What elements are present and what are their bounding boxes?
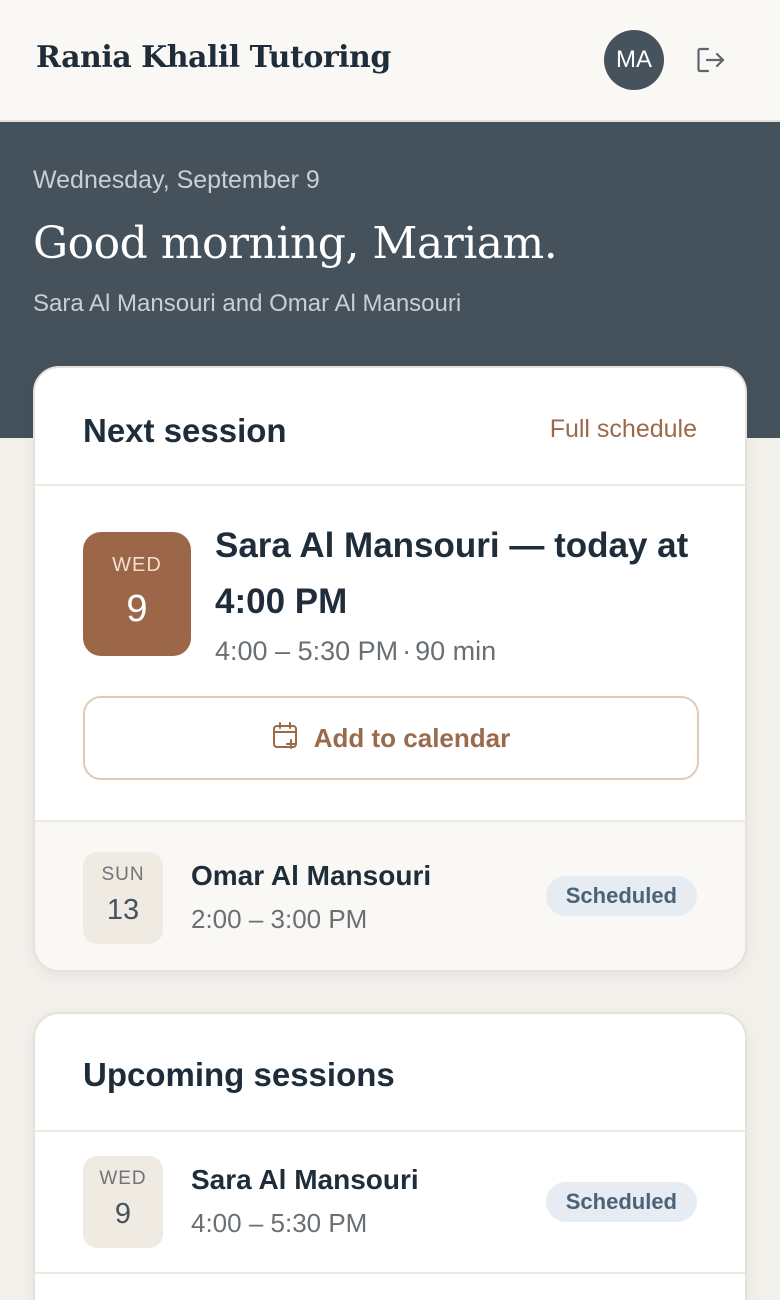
session-date-tile: SUN 13: [83, 852, 163, 944]
date-weekday: WED: [99, 1168, 147, 1189]
current-date: Wednesday, September 9: [33, 166, 320, 194]
add-to-calendar-button[interactable]: Add to calendar: [83, 696, 699, 780]
add-to-calendar-label: Add to calendar: [313, 722, 511, 753]
list-item[interactable]: WED 9 Sara Al Mansouri 4:00 – 5:30 PM Sc…: [35, 1130, 745, 1272]
session-date-tile: WED 9: [83, 532, 191, 656]
status-badge: Scheduled: [545, 1182, 697, 1222]
avatar[interactable]: MA: [604, 30, 664, 90]
card-title: Next session: [83, 412, 287, 449]
session-headline: Sara Al Mansouri — today at 4:00 PM: [215, 526, 689, 621]
session-duration: 90 min: [415, 636, 497, 666]
logout-icon[interactable]: [693, 44, 729, 76]
date-weekday: WED: [112, 554, 162, 576]
top-bar: Rania Khalil Tutoring MA: [0, 0, 780, 122]
session-time: 4:00 – 5:30 PM: [215, 636, 399, 666]
date-day: 13: [106, 894, 140, 926]
list-item[interactable]: [35, 1272, 745, 1300]
next-session-card: Next session Full schedule WED 9 Sara Al…: [33, 366, 747, 972]
full-schedule-link[interactable]: Full schedule: [550, 415, 697, 444]
date-day: 9: [126, 588, 148, 630]
date-day: 9: [114, 1198, 132, 1230]
upcoming-sessions-card: Upcoming sessions WED 9 Sara Al Mansouri…: [33, 1012, 747, 1300]
date-weekday: SUN: [101, 864, 145, 885]
session-time: 2:00 – 3:00 PM: [191, 904, 368, 934]
card-header: Upcoming sessions: [35, 1014, 745, 1132]
brand-title: Rania Khalil Tutoring: [36, 40, 391, 75]
meta-separator: ·: [402, 636, 412, 666]
calendar-plus-icon: [272, 721, 300, 756]
greeting-heading: Good morning, Mariam.: [33, 218, 558, 269]
session-time: 4:00 – 5:30 PM: [191, 1208, 368, 1238]
status-badge: Scheduled: [545, 876, 697, 916]
list-item[interactable]: SUN 13 Omar Al Mansouri 2:00 – 3:00 PM S…: [35, 820, 745, 970]
students-subtitle: Sara Al Mansouri and Omar Al Mansouri: [33, 290, 462, 317]
session-date-tile: WED 9: [83, 1156, 163, 1248]
card-title: Upcoming sessions: [83, 1056, 395, 1093]
student-name: Sara Al Mansouri: [191, 1164, 419, 1195]
card-header: Next session Full schedule: [35, 368, 745, 486]
student-name: Omar Al Mansouri: [191, 860, 432, 891]
session-meta: 4:00 – 5:30 PM · 90 min: [215, 636, 496, 667]
